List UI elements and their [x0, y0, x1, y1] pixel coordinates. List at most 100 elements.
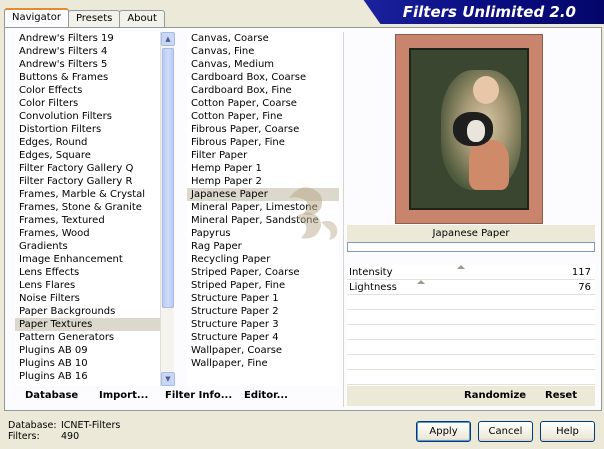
slider-label: Lightness	[349, 282, 397, 293]
status-info: Database: ICNET-Filters Filters: 490	[8, 420, 120, 442]
slider-panel: Intensity 117 Lightness 76	[347, 265, 595, 405]
preview-picture	[409, 48, 529, 210]
category-item[interactable]: Paper Backgrounds	[15, 305, 171, 318]
category-scrollbar[interactable]: ▲ ▼	[160, 32, 175, 386]
tab-navigator[interactable]: Navigator	[4, 8, 69, 27]
category-item[interactable]: Plugins AB 16	[15, 370, 171, 383]
category-item[interactable]: Gradients	[15, 240, 171, 253]
category-item[interactable]: Andrew's Filters 19	[15, 32, 171, 45]
filter-item[interactable]: Filter Paper	[187, 149, 339, 162]
cancel-button[interactable]: Cancel	[478, 421, 533, 442]
filter-list[interactable]: Canvas, Coarse Canvas, Fine Canvas, Medium…	[187, 32, 339, 386]
category-item[interactable]: Color Filters	[15, 97, 171, 110]
category-item[interactable]: Pattern Generators	[15, 331, 171, 344]
filter-item[interactable]: Striped Paper, Coarse	[187, 266, 339, 279]
preview-image	[395, 34, 543, 224]
category-item[interactable]: Plugins AB 10	[15, 357, 171, 370]
filter-item[interactable]: Recycling Paper	[187, 253, 339, 266]
filter-item[interactable]: Structure Paper 2	[187, 305, 339, 318]
category-item[interactable]: Buttons & Frames	[15, 71, 171, 84]
filter-item[interactable]: Papyrus	[187, 227, 339, 240]
filter-item[interactable]: Fibrous Paper, Fine	[187, 136, 339, 149]
filter-item[interactable]: Cardboard Box, Fine	[187, 84, 339, 97]
slider-value: 76	[578, 282, 591, 293]
filter-item[interactable]: Structure Paper 3	[187, 318, 339, 331]
slider-row	[347, 370, 595, 385]
slider-row[interactable]: Lightness 76	[347, 280, 595, 295]
filters-label: Filters:	[8, 431, 40, 442]
filter-item[interactable]: Wallpaper, Coarse	[187, 344, 339, 357]
scroll-up-icon[interactable]: ▲	[161, 32, 175, 46]
filter-info-button[interactable]: Filter Info...	[165, 386, 232, 406]
filter-item[interactable]: Hemp Paper 1	[187, 162, 339, 175]
category-item[interactable]: Frames, Stone & Granite	[15, 201, 171, 214]
category-item[interactable]: Distortion Filters	[15, 123, 171, 136]
filter-item[interactable]: Striped Paper, Fine	[187, 279, 339, 292]
database-button[interactable]: Database	[25, 386, 78, 406]
category-item[interactable]: Image Enhancement	[15, 253, 171, 266]
navigator-panel: Andrew's Filters 19 Andrew's Filters 4 And…	[4, 27, 602, 411]
filter-item[interactable]: Mineral Paper, Limestone	[187, 201, 339, 214]
reset-button[interactable]: Reset	[545, 386, 577, 406]
filter-item[interactable]: Cardboard Box, Coarse	[187, 71, 339, 84]
filter-item[interactable]: Rag Paper	[187, 240, 339, 253]
category-item[interactable]: Andrew's Filters 4	[15, 45, 171, 58]
filter-item[interactable]: Fibrous Paper, Coarse	[187, 123, 339, 136]
scroll-down-icon[interactable]: ▼	[161, 372, 175, 386]
category-item[interactable]: Frames, Marble & Crystal	[15, 188, 171, 201]
category-item[interactable]: Edges, Square	[15, 149, 171, 162]
category-item[interactable]: Paper Textures	[15, 318, 171, 331]
app-title-banner: Filters Unlimited 2.0	[352, 0, 604, 24]
category-item[interactable]: Color Effects	[15, 84, 171, 97]
panel-divider	[343, 32, 344, 407]
tab-strip: Navigator Presets About	[4, 8, 165, 27]
category-item[interactable]: Lens Flares	[15, 279, 171, 292]
category-item[interactable]: Lens Effects	[15, 266, 171, 279]
list-toolbar: Database Import... Filter Info... Editor…	[15, 386, 341, 406]
filter-item[interactable]: Cotton Paper, Coarse	[187, 97, 339, 110]
filter-item[interactable]: Wallpaper, Fine	[187, 357, 339, 370]
filter-item[interactable]: Canvas, Fine	[187, 45, 339, 58]
category-item[interactable]: Noise Filters	[15, 292, 171, 305]
filter-item[interactable]: Canvas, Medium	[187, 58, 339, 71]
progress-bar	[347, 242, 595, 252]
filter-item[interactable]: Structure Paper 4	[187, 331, 339, 344]
category-item[interactable]: Filter Factory Gallery Q	[15, 162, 171, 175]
category-item[interactable]: Andrew's Filters 5	[15, 58, 171, 71]
slider-thumb-icon[interactable]	[456, 265, 465, 269]
slider-row	[347, 325, 595, 340]
slider-thumb-icon[interactable]	[416, 280, 425, 284]
category-item[interactable]: Frames, Textured	[15, 214, 171, 227]
slider-row	[347, 355, 595, 370]
category-item[interactable]: Filter Factory Gallery R	[15, 175, 171, 188]
category-item[interactable]: Edges, Round	[15, 136, 171, 149]
filter-item[interactable]: Cotton Paper, Fine	[187, 110, 339, 123]
editor-button[interactable]: Editor...	[244, 386, 288, 406]
tab-presets[interactable]: Presets	[67, 10, 121, 27]
tab-about[interactable]: About	[119, 10, 165, 27]
category-item[interactable]: Convolution Filters	[15, 110, 171, 123]
slider-label: Intensity	[349, 267, 393, 278]
category-item[interactable]: Plugins AB 09	[15, 344, 171, 357]
slider-row	[347, 340, 595, 355]
slider-row	[347, 310, 595, 325]
apply-button[interactable]: Apply	[416, 421, 471, 442]
filter-item[interactable]: Structure Paper 1	[187, 292, 339, 305]
filters-count: 490	[61, 431, 80, 442]
database-label: Database:	[8, 420, 57, 431]
filter-item[interactable]: Japanese Paper	[187, 188, 339, 201]
filter-item[interactable]: Canvas, Coarse	[187, 32, 339, 45]
category-list[interactable]: Andrew's Filters 19 Andrew's Filters 4 And…	[15, 32, 171, 386]
database-value: ICNET-Filters	[61, 420, 121, 431]
filter-item[interactable]: Mineral Paper, Sandstone	[187, 214, 339, 227]
scroll-thumb[interactable]	[162, 48, 174, 308]
slider-value: 117	[571, 267, 591, 278]
help-button[interactable]: Help	[540, 421, 595, 442]
filter-item[interactable]: Hemp Paper 2	[187, 175, 339, 188]
randomize-button[interactable]: Randomize	[464, 386, 526, 406]
category-item[interactable]: Frames, Wood	[15, 227, 171, 240]
slider-row[interactable]: Intensity 117	[347, 265, 595, 280]
import-button[interactable]: Import...	[99, 386, 148, 406]
app-title: Filters Unlimited 2.0	[402, 3, 576, 21]
preview-toolbar: Randomize Reset	[347, 386, 595, 406]
